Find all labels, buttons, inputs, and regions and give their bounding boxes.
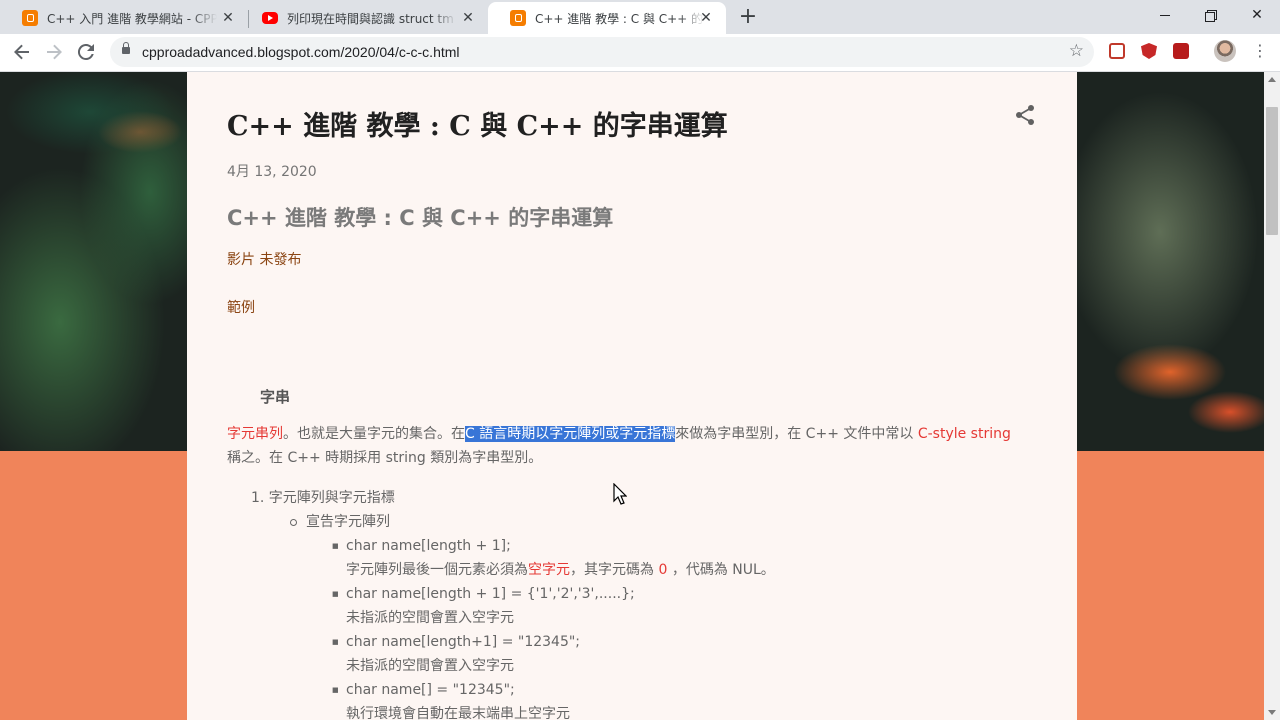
post-title: C++ 進階 教學 : C 與 C++ 的字串運算	[227, 111, 728, 142]
bullet-item: char name[length + 1];	[332, 534, 511, 558]
extension-icon-1[interactable]	[1109, 43, 1125, 59]
paragraph-text: 稱之。在 C++ 時期採用 string 類別為字串型別。	[227, 450, 543, 466]
c-style-term: C-style string	[917, 426, 1011, 442]
code-line: char name[length + 1];	[346, 538, 511, 554]
section-heading: 字串	[260, 388, 291, 406]
code-line: char name[] = "12345";	[346, 682, 515, 698]
tab-struct-tm[interactable]: 列印現在時間與認識 struct tm - ✕	[240, 2, 488, 34]
sub-list-text: 宣告字元陣列	[306, 514, 390, 530]
scroll-down-icon[interactable]	[1268, 710, 1276, 715]
tab-title: C++ 進階 教學 : C 與 C++ 的字串	[535, 11, 705, 26]
new-tab-button[interactable]: +	[736, 6, 760, 30]
bullet-item: char name[] = "12345";	[332, 678, 515, 702]
forward-button[interactable]	[40, 38, 68, 66]
ordered-list-item: 1. 字元陣列與字元指標	[251, 490, 395, 506]
bullet-item: char name[length+1] = "12345";	[332, 630, 581, 654]
video-link[interactable]: 影片 未發布	[227, 249, 301, 269]
mouse-cursor-icon	[613, 483, 627, 505]
page-scrollbar[interactable]	[1264, 72, 1280, 720]
address-bar[interactable]: cpproadadvanced.blogspot.com/2020/04/c-c…	[110, 37, 1094, 67]
example-link[interactable]: 範例	[227, 297, 255, 317]
extension-icon-3[interactable]	[1173, 43, 1189, 59]
bullet-note: 執行環境會自動在最末端串上空字元	[346, 706, 570, 720]
bullet-note: 字元陣列最後一個元素必須為空字元，其字元碼為 0 ，代碼為 NUL。	[346, 558, 775, 582]
scrollbar-thumb[interactable]	[1266, 107, 1278, 235]
blogger-icon	[510, 10, 526, 26]
chrome-menu-icon[interactable]: ⋮	[1252, 42, 1268, 60]
code-line: char name[length + 1] = {'1','2','3',...…	[346, 586, 635, 602]
post-card	[187, 72, 1077, 720]
post-subtitle: C++ 進階 教學 : C 與 C++ 的字串運算	[227, 206, 614, 230]
tab-title: C++ 入門 進階 教學網站 - CPP R	[47, 11, 217, 26]
bullet-note: 未指派的空間會置入空字元	[346, 610, 514, 626]
intro-paragraph: 字元串列。也就是大量字元的集合。在C 語言時期以字元陣列或字元指標來做為字串型別…	[227, 422, 1027, 470]
extension-shield-icon[interactable]	[1141, 43, 1157, 59]
tab-cpp-intro[interactable]: C++ 入門 進階 教學網站 - CPP R ✕	[0, 2, 248, 34]
tab-close-icon[interactable]: ✕	[698, 10, 714, 26]
sub-list-item: 宣告字元陣列	[290, 510, 390, 534]
window-close-button[interactable]: ✕	[1234, 0, 1280, 30]
browser-toolbar: cpproadadvanced.blogspot.com/2020/04/c-c…	[0, 34, 1280, 72]
paragraph-text: 。也就是大量字元的集合。在	[283, 426, 465, 442]
back-arrow-icon	[14, 44, 29, 60]
tab-active-cpp-string[interactable]: C++ 進階 教學 : C 與 C++ 的字串 ✕	[488, 2, 726, 34]
selected-text: C 語言時期以字元陣列或字元指標	[465, 426, 676, 442]
profile-avatar[interactable]	[1214, 40, 1236, 62]
tab-strip: C++ 入門 進階 教學網站 - CPP R ✕ 列印現在時間與認識 struc…	[0, 0, 1280, 34]
null-char-highlight: 空字元	[528, 562, 570, 578]
scroll-up-icon[interactable]	[1268, 77, 1276, 82]
note-text: ，代碼為 NUL。	[667, 562, 775, 578]
minimize-button[interactable]	[1142, 0, 1188, 30]
tab-close-icon[interactable]: ✕	[220, 10, 236, 26]
page-viewport: C++ 進階 教學 : C 與 C++ 的字串運算 4月 13, 2020 C+…	[0, 72, 1264, 720]
term-highlight: 字元串列	[227, 426, 283, 442]
reload-icon	[77, 43, 94, 60]
blogger-icon	[22, 10, 38, 26]
bookmark-star-icon[interactable]: ☆	[1069, 41, 1084, 61]
reload-button[interactable]	[72, 38, 100, 66]
note-text: 字元陣列最後一個元素必須為	[346, 562, 528, 578]
url-text[interactable]: cpproadadvanced.blogspot.com/2020/04/c-c…	[142, 44, 460, 60]
post-date[interactable]: 4月 13, 2020	[227, 161, 317, 181]
tab-title: 列印現在時間與認識 struct tm -	[287, 11, 457, 26]
share-icon[interactable]	[1014, 104, 1036, 126]
tab-close-icon[interactable]: ✕	[460, 10, 476, 26]
forward-arrow-icon	[47, 44, 62, 60]
note-text: ，其字元碼為	[570, 562, 659, 578]
back-button[interactable]	[8, 38, 36, 66]
bullet-item: char name[length + 1] = {'1','2','3',...…	[332, 582, 635, 606]
lock-icon[interactable]	[122, 42, 130, 54]
bullet-note: 未指派的空間會置入空字元	[346, 658, 514, 674]
youtube-icon	[262, 12, 278, 24]
paragraph-text: 來做為字串型別，在 C++ 文件中常以	[675, 426, 918, 442]
code-line: char name[length+1] = "12345";	[346, 634, 581, 650]
restore-button[interactable]	[1188, 0, 1234, 30]
